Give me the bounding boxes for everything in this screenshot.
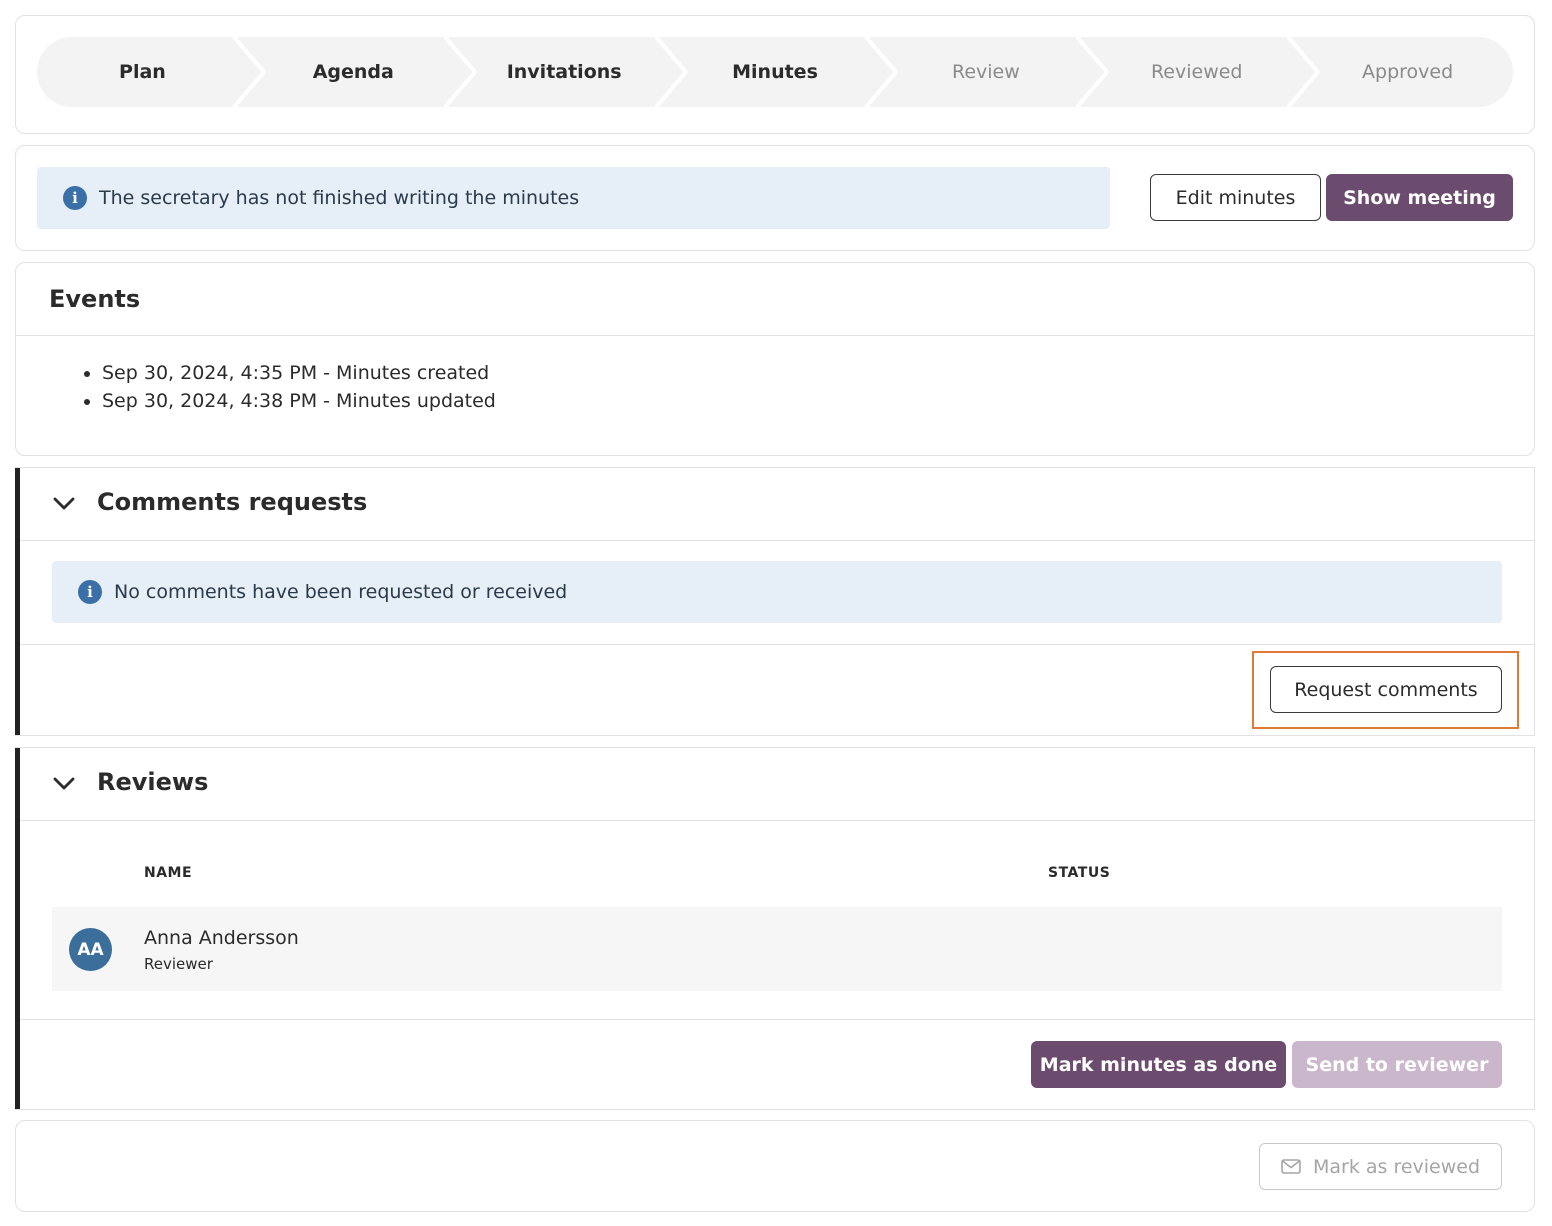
chevron-down-icon[interactable] <box>51 771 77 797</box>
step-separator-icon <box>1286 37 1321 107</box>
step-agenda[interactable]: Agenda <box>248 37 477 107</box>
step-reviewed[interactable]: Reviewed <box>1091 37 1321 107</box>
step-label: Approved <box>1362 61 1454 83</box>
minutes-status-card: i The secretary has not finished writing… <box>15 145 1535 251</box>
step-label: Plan <box>119 61 166 83</box>
step-review[interactable]: Review <box>880 37 1110 107</box>
info-icon: i <box>78 580 102 604</box>
step-label: Minutes <box>732 61 818 83</box>
section-accent-bar <box>15 468 20 735</box>
reviewer-role: Reviewer <box>144 955 213 973</box>
step-plan[interactable]: Plan <box>37 37 266 107</box>
divider <box>20 820 1534 821</box>
divider <box>20 540 1534 541</box>
step-separator-icon <box>864 37 899 107</box>
step-separator-icon <box>443 37 477 107</box>
mark-as-reviewed-label: Mark as reviewed <box>1312 1155 1481 1178</box>
events-title: Events <box>49 285 141 313</box>
status-info-banner: i The secretary has not finished writing… <box>37 167 1110 229</box>
column-header-status: STATUS <box>1048 865 1111 881</box>
comments-empty-message: No comments have been requested or recei… <box>114 581 568 603</box>
events-card: Events Sep 30, 2024, 4:35 PM - Minutes c… <box>15 262 1535 456</box>
step-separator-icon <box>654 37 688 107</box>
status-message: The secretary has not finished writing t… <box>99 187 580 209</box>
info-icon: i <box>63 186 87 210</box>
event-item: Sep 30, 2024, 4:35 PM - Minutes created <box>102 359 496 387</box>
event-item: Sep 30, 2024, 4:38 PM - Minutes updated <box>102 387 496 415</box>
divider <box>16 335 1534 336</box>
step-invitations[interactable]: Invitations <box>459 37 688 107</box>
request-comments-button[interactable]: Request comments <box>1270 666 1502 713</box>
step-label: Review <box>951 61 1020 83</box>
step-separator-icon <box>232 37 266 107</box>
event-list: Sep 30, 2024, 4:35 PM - Minutes created … <box>102 359 496 415</box>
send-to-reviewer-button[interactable]: Send to reviewer <box>1292 1041 1502 1088</box>
step-label: Invitations <box>506 61 622 83</box>
table-row[interactable]: AA Anna Andersson Reviewer <box>52 907 1502 991</box>
show-meeting-button[interactable]: Show meeting <box>1326 174 1513 221</box>
step-label: Reviewed <box>1150 61 1243 83</box>
mark-minutes-done-button[interactable]: Mark minutes as done <box>1031 1041 1286 1088</box>
step-label: Agenda <box>312 61 394 83</box>
comments-info-banner: i No comments have been requested or rec… <box>52 561 1502 623</box>
comments-requests-title[interactable]: Comments requests <box>97 488 367 516</box>
divider <box>20 1019 1534 1020</box>
avatar: AA <box>69 928 112 971</box>
edit-minutes-button[interactable]: Edit minutes <box>1150 174 1321 221</box>
chevron-down-icon[interactable] <box>51 491 77 517</box>
reviews-section: Reviews NAME STATUS AA Anna Andersson Re… <box>15 747 1535 1110</box>
divider <box>20 644 1534 645</box>
reviewer-name: Anna Andersson <box>144 927 299 949</box>
step-approved[interactable]: Approved <box>1302 37 1513 107</box>
comments-requests-section: Comments requests i No comments have bee… <box>15 467 1535 736</box>
column-header-name: NAME <box>144 865 193 881</box>
mail-icon <box>1281 1159 1301 1174</box>
review-actions-card: Mark as reviewed <box>15 1120 1535 1212</box>
section-accent-bar <box>15 748 20 1109</box>
step-minutes[interactable]: Minutes <box>670 37 899 107</box>
progress-stepper-card: Plan Agenda Invitations Minutes Review R… <box>15 15 1535 134</box>
step-separator-icon <box>1075 37 1110 107</box>
reviews-title[interactable]: Reviews <box>97 768 208 796</box>
progress-stepper: Plan Agenda Invitations Minutes Review R… <box>37 37 1513 107</box>
mark-as-reviewed-button[interactable]: Mark as reviewed <box>1259 1143 1502 1190</box>
